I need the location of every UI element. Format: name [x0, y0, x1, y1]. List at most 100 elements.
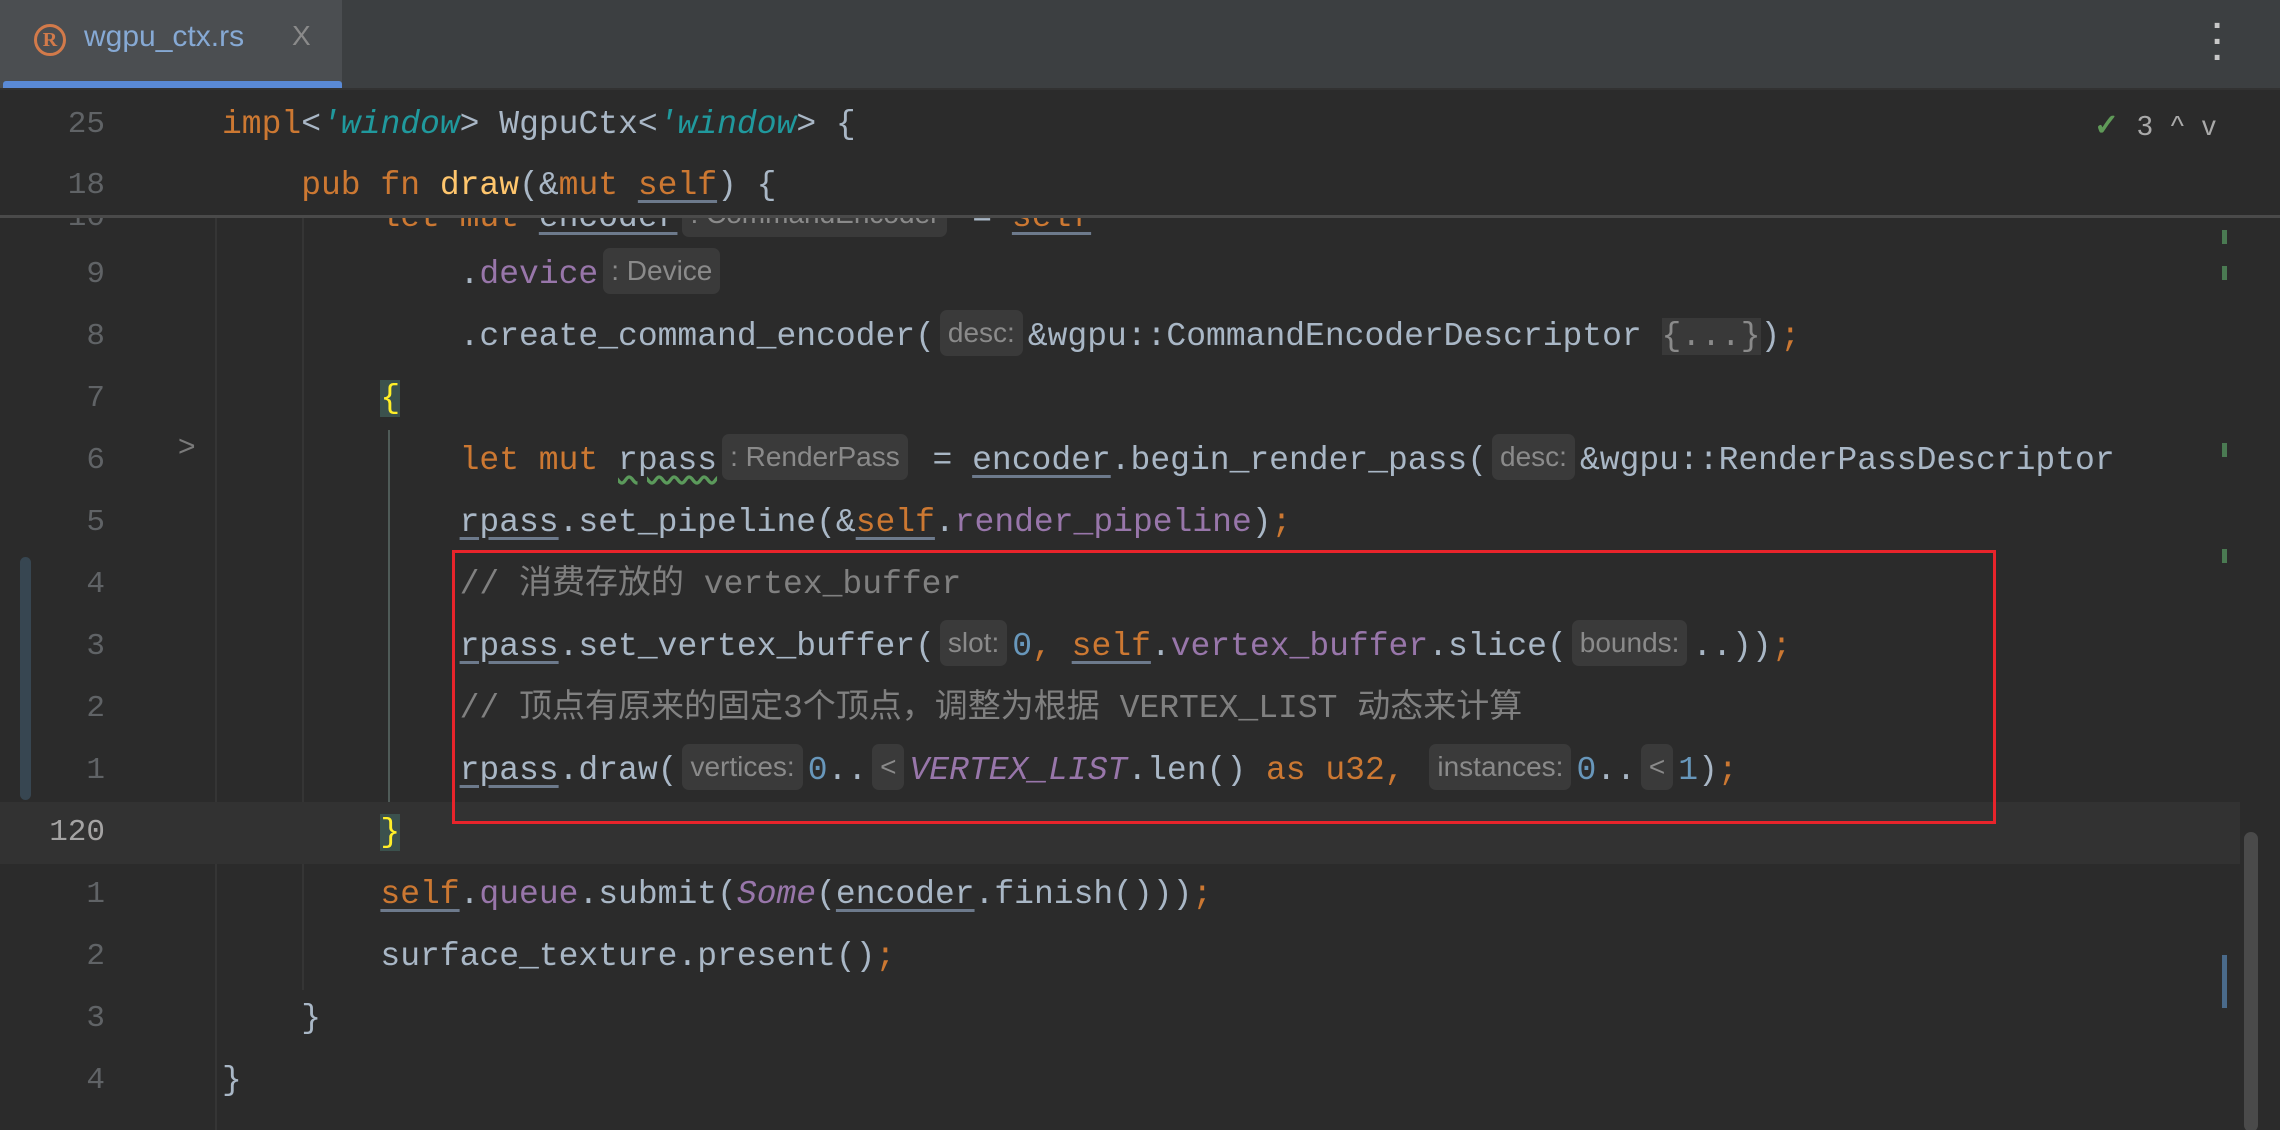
- code-token: 'window: [321, 106, 460, 143]
- code-token[interactable]: {...}: [1661, 318, 1761, 355]
- line-number[interactable]: 9: [0, 244, 105, 306]
- line-number[interactable]: 4: [0, 1050, 105, 1112]
- code-token: (: [816, 876, 836, 913]
- line-number[interactable]: 3: [0, 616, 105, 678]
- line-number[interactable]: 18: [0, 155, 105, 217]
- code-token: let mut: [459, 442, 619, 479]
- code-token: surface_texture.present(): [380, 938, 876, 975]
- code-token: (&: [519, 167, 559, 204]
- code-text: .device: Device: [222, 244, 725, 306]
- tab-wgpu-ctx[interactable]: R wgpu_ctx.rs X: [0, 0, 342, 88]
- code-token: Some: [736, 876, 817, 913]
- sticky-scroll-header[interactable]: 25 impl<'window> WgpuCtx<'window> { 18 pub …: [0, 90, 2280, 218]
- editor-tab-bar: R wgpu_ctx.rs X · · ·: [0, 0, 2280, 90]
- code-token: .: [459, 256, 480, 293]
- code-token: ;: [1780, 318, 1801, 355]
- active-tab-indicator: [3, 81, 342, 88]
- line-number[interactable]: 7: [0, 368, 105, 430]
- line-number[interactable]: 1: [0, 740, 105, 802]
- code-editor[interactable]: 10let mut encoder: CommandEncoder = self…: [0, 90, 2280, 1130]
- code-token: ) {: [717, 167, 777, 204]
- code-token: 'window: [657, 106, 797, 143]
- code-line[interactable]: 8 .create_command_encoder(desc: &wgpu::Com…: [0, 306, 2240, 368]
- line-number[interactable]: 3: [0, 988, 105, 1050]
- line-number[interactable]: 25: [0, 94, 105, 156]
- vertical-scrollbar[interactable]: [2244, 832, 2258, 1130]
- code-token: mut: [558, 167, 638, 204]
- change-marker: [2222, 955, 2227, 1008]
- tab-title: wgpu_ctx.rs: [84, 20, 245, 53]
- line-number[interactable]: 8: [0, 306, 105, 368]
- inlay-hint[interactable]: desc:: [1492, 434, 1575, 481]
- code-token: }: [301, 1000, 321, 1037]
- highlight-box: [452, 550, 1996, 824]
- line-number[interactable]: 5: [0, 492, 105, 554]
- code-token: encoder: [835, 876, 975, 913]
- inlay-hint[interactable]: : RenderPass: [722, 434, 908, 481]
- code-token: =: [912, 442, 973, 479]
- code-token: queue: [479, 876, 579, 913]
- inspection-widget[interactable]: ✓ 3 ^ v: [2094, 108, 2216, 143]
- code-text: .create_command_encoder(desc: &wgpu::Comm…: [222, 306, 1800, 368]
- code-token: impl: [222, 106, 302, 143]
- line-number[interactable]: 2: [0, 678, 105, 740]
- code-token: .set_pipeline(&: [558, 504, 856, 541]
- code-token: draw: [439, 167, 520, 204]
- inlay-hint[interactable]: : Device: [603, 248, 721, 295]
- line-number[interactable]: 4: [0, 554, 105, 616]
- change-marker: [2222, 443, 2227, 457]
- code-token: <: [301, 106, 322, 143]
- code-text: impl<'window> WgpuCtx<'window> {: [222, 94, 856, 156]
- code-token: pub fn: [301, 167, 440, 204]
- code-line[interactable]: 9 .device: Device: [0, 244, 2240, 306]
- code-line[interactable]: 5 rpass.set_pipeline(&self.render_pipelin…: [0, 492, 2240, 554]
- code-token: .: [934, 504, 955, 541]
- code-token: device: [479, 256, 599, 293]
- code-line[interactable]: 18 pub fn draw(&mut self) {: [0, 155, 2240, 217]
- inlay-hint[interactable]: desc:: [939, 310, 1023, 357]
- line-number[interactable]: 120: [0, 802, 105, 864]
- code-token: {: [380, 380, 401, 417]
- code-line[interactable]: 25 impl<'window> WgpuCtx<'window> {: [0, 94, 2240, 156]
- code-token: self: [380, 876, 460, 913]
- code-token: .: [459, 876, 480, 913]
- line-number[interactable]: 2: [0, 926, 105, 988]
- code-text: }: [222, 1050, 242, 1112]
- code-line[interactable]: 3}: [0, 988, 2240, 1050]
- code-token: }: [380, 814, 401, 851]
- code-token: self: [855, 504, 935, 541]
- code-token: self: [637, 167, 718, 204]
- code-token: .begin_render_pass(: [1110, 442, 1488, 479]
- code-text: self.queue.submit(Some(encoder.finish())…: [222, 864, 1212, 926]
- chevron-up-icon[interactable]: ^: [2171, 110, 2184, 142]
- change-marker: [2222, 549, 2227, 563]
- line-number[interactable]: 6: [0, 430, 105, 492]
- code-text: let mut rpass: RenderPass = encoder.begi…: [222, 430, 2115, 492]
- code-token: render_pipeline: [954, 504, 1252, 541]
- code-text: }: [222, 802, 401, 864]
- rust-file-icon: R: [34, 24, 66, 56]
- code-text: {: [222, 368, 401, 430]
- change-marker: [2222, 230, 2227, 244]
- fold-chevron-icon[interactable]: >: [178, 430, 196, 464]
- line-number[interactable]: 1: [0, 864, 105, 926]
- code-token: ): [1760, 318, 1781, 355]
- code-text: surface_texture.present();: [222, 926, 895, 988]
- code-text: }: [222, 988, 321, 1050]
- code-token: rpass: [459, 504, 559, 541]
- close-icon[interactable]: X: [292, 20, 311, 52]
- kebab-menu-icon[interactable]: · · ·: [2206, 9, 2230, 75]
- code-token: .create_command_encoder(: [459, 318, 935, 355]
- code-line[interactable]: 1 self.queue.submit(Some(encoder.finish()…: [0, 864, 2240, 926]
- chevron-down-icon[interactable]: v: [2202, 110, 2216, 142]
- inspection-count: 3: [2137, 109, 2153, 141]
- change-marker: [2222, 266, 2227, 280]
- code-line[interactable]: 7{: [0, 368, 2240, 430]
- code-token: ;: [875, 938, 896, 975]
- code-line[interactable]: 6 > let mut rpass: RenderPass = encoder.be…: [0, 430, 2240, 492]
- code-line[interactable]: 2 surface_texture.present();: [0, 926, 2240, 988]
- code-token: > WgpuCtx<: [459, 106, 658, 143]
- code-token: ;: [1271, 504, 1292, 541]
- code-line[interactable]: 4}: [0, 1050, 2240, 1112]
- code-text: rpass.set_pipeline(&self.render_pipeline…: [222, 492, 1292, 554]
